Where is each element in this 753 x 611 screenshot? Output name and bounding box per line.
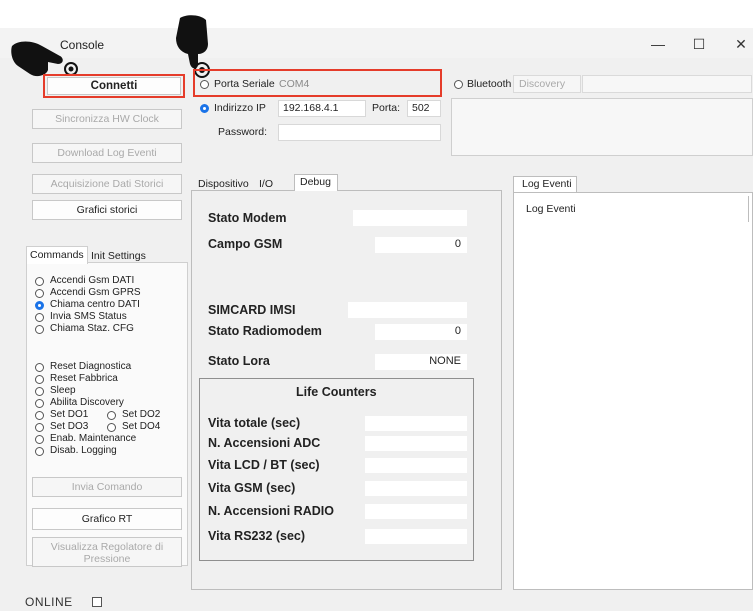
ip-label: Indirizzo IP	[214, 102, 266, 114]
send-command-button[interactable]: Invia Comando	[32, 477, 182, 497]
regolatore-button[interactable]: Visualizza Regolatore di Pressione	[32, 537, 182, 567]
radio-enab-maintenance[interactable]	[35, 435, 44, 444]
campo-gsm-label: Campo GSM	[208, 237, 283, 251]
close-button[interactable]: ✕	[726, 34, 753, 54]
tab-debug[interactable]: Debug	[300, 176, 331, 188]
life-row-label: Vita RS232 (sec)	[208, 529, 306, 543]
label-set-do4: Set DO4	[122, 421, 161, 432]
radio-abilita-discovery[interactable]	[35, 399, 44, 408]
label-enab-maintenance: Enab. Maintenance	[50, 433, 137, 444]
log-panel	[513, 192, 753, 590]
radio-bluetooth[interactable]	[454, 80, 463, 89]
radio-set-do2[interactable]	[107, 411, 116, 420]
log-scrollbar[interactable]	[748, 196, 753, 222]
discovery-field[interactable]	[582, 75, 752, 93]
serial-port-value[interactable]: COM4	[279, 78, 309, 90]
log-header: Log Eventi	[526, 203, 576, 215]
life-row-label: N. Accensioni RADIO	[208, 504, 334, 518]
stato-lora-label: Stato Lora	[208, 354, 270, 368]
radio-ip[interactable]	[200, 104, 209, 113]
stato-radiomodem-label: Stato Radiomodem	[208, 324, 322, 338]
radio-disab-logging[interactable]	[35, 447, 44, 456]
label-abilita-discovery: Abilita Discovery	[50, 397, 124, 408]
bluetooth-label: Bluetooth	[467, 78, 512, 90]
online-checkbox[interactable]	[92, 597, 102, 607]
label-sleep: Sleep	[50, 385, 76, 396]
port-label: Porta:	[372, 102, 401, 114]
life-row-label: N. Accensioni ADC	[208, 436, 321, 450]
radio-chiama-staz-cfg[interactable]	[35, 325, 44, 334]
label-chiama-centro-dati: Chiama centro DATI	[50, 299, 140, 310]
stato-lora-value: NONE	[375, 354, 467, 370]
life-row-value	[365, 481, 467, 496]
grafico-rt-button[interactable]: Grafico RT	[32, 508, 182, 530]
life-row-label: Vita GSM (sec)	[208, 481, 296, 495]
radio-set-do4[interactable]	[107, 423, 116, 432]
info-box	[451, 98, 753, 156]
tab-io[interactable]: I/O	[259, 178, 273, 190]
password-label: Password:	[218, 126, 268, 138]
historical-data-button[interactable]: Acquisizione Dati Storici	[32, 174, 182, 194]
simcard-imsi-value	[348, 302, 467, 318]
label-chiama-staz-cfg: Chiama Staz. CFG	[50, 323, 134, 334]
life-row-value	[365, 436, 467, 451]
historical-charts-button[interactable]: Grafici storici	[32, 200, 182, 220]
connect-button[interactable]: Connetti	[47, 77, 181, 95]
life-counters-title: Life Counters	[296, 385, 377, 399]
radio-set-do3[interactable]	[35, 423, 44, 432]
life-row-value	[365, 529, 467, 544]
label-reset-fabbrica: Reset Fabbrica	[50, 373, 118, 384]
radio-accendi-gsm-dati[interactable]	[35, 277, 44, 286]
tab-commands[interactable]: Commands	[30, 249, 84, 261]
stato-modem-value	[353, 210, 467, 226]
life-row-value	[365, 416, 467, 431]
title-bar	[0, 28, 753, 58]
stato-radiomodem-value: 0	[375, 324, 467, 340]
port-input[interactable]: 502	[407, 100, 441, 117]
label-accendi-gsm-dati: Accendi Gsm DATI	[50, 275, 135, 286]
campo-gsm-value: 0	[375, 237, 467, 253]
label-set-do3: Set DO3	[50, 421, 89, 432]
download-log-button[interactable]: Download Log Eventi	[32, 143, 182, 163]
sync-hw-clock-button[interactable]: Sincronizza HW Clock	[32, 109, 182, 129]
radio-reset-fabbrica[interactable]	[35, 375, 44, 384]
maximize-button[interactable]: ☐	[684, 34, 714, 54]
label-disab-logging: Disab. Logging	[50, 445, 117, 456]
radio-serial[interactable]	[200, 80, 209, 89]
tab-dispositivo[interactable]: Dispositivo	[198, 178, 249, 190]
tab-log-eventi[interactable]: Log Eventi	[522, 178, 572, 190]
radio-accendi-gsm-gprs[interactable]	[35, 289, 44, 298]
life-row-value	[365, 458, 467, 473]
radio-invia-sms-status[interactable]	[35, 313, 44, 322]
discovery-button[interactable]: Discovery	[513, 75, 581, 93]
life-row-label: Vita LCD / BT (sec)	[208, 458, 320, 472]
radio-reset-diagnostica[interactable]	[35, 363, 44, 372]
life-row-value	[365, 504, 467, 519]
life-row-label: Vita totale (sec)	[208, 416, 301, 430]
serial-label: Porta Seriale	[214, 78, 275, 90]
simcard-imsi-label: SIMCARD IMSI	[208, 303, 296, 317]
radio-sleep[interactable]	[35, 387, 44, 396]
radio-set-do1[interactable]	[35, 411, 44, 420]
minimize-button[interactable]: —	[643, 34, 673, 54]
tab-init-settings[interactable]: Init Settings	[91, 250, 146, 262]
password-input[interactable]	[278, 124, 441, 141]
label-accendi-gsm-gprs: Accendi Gsm GPRS	[50, 287, 141, 298]
label-invia-sms-status: Invia SMS Status	[50, 311, 127, 322]
online-label: ONLINE	[25, 595, 73, 609]
ip-input[interactable]: 192.168.4.1	[278, 100, 366, 117]
label-reset-diagnostica: Reset Diagnostica	[50, 361, 132, 372]
label-set-do1: Set DO1	[50, 409, 89, 420]
label-set-do2: Set DO2	[122, 409, 161, 420]
radio-chiama-centro-dati[interactable]	[35, 301, 44, 310]
stato-modem-label: Stato Modem	[208, 211, 287, 225]
